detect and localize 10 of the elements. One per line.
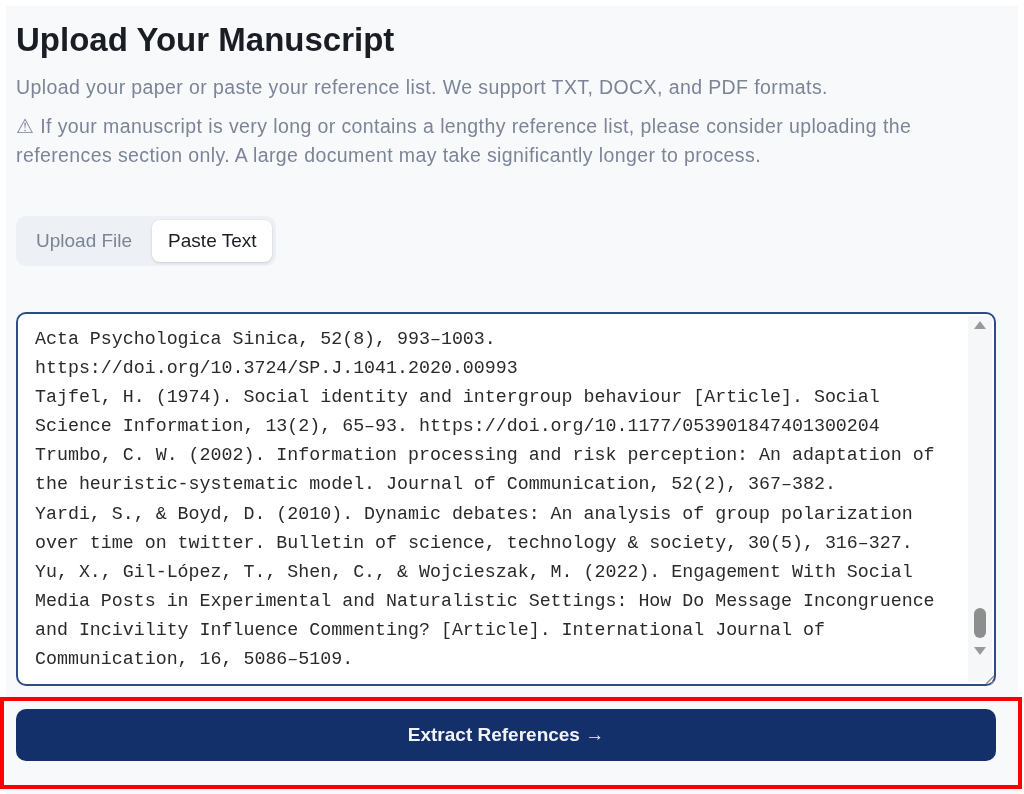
scrollbar-thumb[interactable] — [974, 608, 986, 638]
scrollbar[interactable] — [968, 316, 992, 682]
extract-references-button[interactable]: Extract References → — [16, 709, 996, 761]
reference-text-field[interactable]: Acta Psychologica Sinica, 52(8), 993–1003. https://doi.org/10.3724/SP.J.1041.2020.00993 Tajfel, H. (1974). Social identity and intergroup behaviour [Article]. Social Science Information, 13(2), 65–93. https://doi.org/10.1177/053901847401300204 Trumbo, C. W. (2002). Information processing and risk perception: An adaptation of the heuristic-systematic model. Journal of Communication, 52(2), 367–382. Yardi, S., & Boyd, D. (2010). Dynamic debates: An analysis of group polarization over time on twitter. Bulletin of science, technology & society, 30(5), 316–327. Yu, X., Gil-López, T., Shen, C., & Wojcieszak, M. (2022). Engagement With Social Media Posts in Experimental and Naturalistic Settings: How Do Message Incongruence and Incivility Influence Commenting? [Article]. International Journal of Communication, 16, 5086–5109. — [16, 312, 996, 686]
mode-tab[interactable]: Paste Text — [152, 220, 273, 262]
intro-text: Upload your paper or paste your reference list. We support TXT, DOCX, and PDF formats. — [16, 75, 829, 100]
scroll-down-arrow-icon[interactable] — [973, 646, 987, 656]
warning-text: ⚠ If your manuscript is very long or contains a lengthy reference list, please consider uploading the references section only. A large document may take significantly longer to process. — [16, 114, 913, 168]
scroll-up-arrow-icon[interactable] — [973, 320, 987, 330]
page-title: Upload Your Manuscript — [16, 20, 396, 60]
